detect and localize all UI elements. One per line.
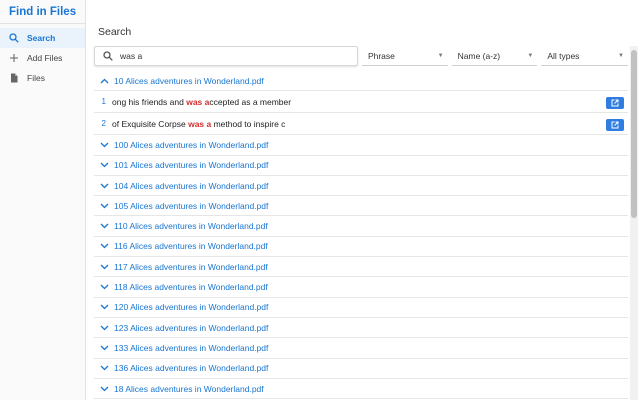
file-row[interactable]: 120 Alices adventures in Wonderland.pdf: [94, 298, 628, 318]
file-name: 110 Alices adventures in Wonderland.pdf: [114, 221, 268, 232]
file-row[interactable]: 110 Alices adventures in Wonderland.pdf: [94, 216, 628, 237]
sidebar-item-search[interactable]: Search: [0, 28, 85, 48]
match-number: 1: [101, 97, 106, 107]
sidebar-nav: Search Add Files Files: [0, 28, 85, 88]
snippet-highlight: was a: [188, 118, 212, 129]
file-type-value: All types: [547, 50, 580, 61]
sidebar-item-label: Add Files: [27, 53, 63, 63]
match-mode-value: Phrase: [367, 50, 395, 61]
match-snippet: ong his friends and was accepted as a me…: [112, 97, 291, 107]
file-row[interactable]: 100 Alices adventures in Wonderland.pdf: [94, 135, 628, 156]
file-row[interactable]: 123 Alices adventures in Wonderland.pdf: [94, 318, 628, 339]
match-mode-select[interactable]: Phrase ▼: [361, 46, 448, 66]
sidebar-item-label: Files: [27, 73, 45, 83]
main-panel: Search Phrase ▼ Name (a-z) ▼ All types ▼…: [87, 0, 640, 400]
snippet-before: of Exquisite Corpse: [112, 118, 189, 129]
open-match-button[interactable]: [606, 97, 624, 110]
chevron-down-icon[interactable]: [94, 162, 114, 168]
search-box: [94, 46, 358, 66]
scrollbar[interactable]: [630, 46, 638, 400]
sidebar-item-add-files[interactable]: Add Files: [0, 48, 85, 68]
sidebar-item-files[interactable]: Files: [0, 68, 85, 88]
file-row[interactable]: 105 Alices adventures in Wonderland.pdf: [94, 196, 628, 217]
snippet-before: ong his friends and: [112, 96, 187, 107]
page-title: Search: [98, 26, 132, 38]
file-name: 104 Alices adventures in Wonderland.pdf: [114, 180, 269, 191]
app-title: Find in Files: [0, 0, 85, 24]
file-row[interactable]: 133 Alices adventures in Wonderland.pdf: [94, 338, 628, 359]
file-row[interactable]: 104 Alices adventures in Wonderland.pdf: [94, 176, 628, 197]
match-row: 1 ong his friends and was accepted as a …: [94, 91, 628, 114]
chevron-down-icon[interactable]: [94, 243, 114, 249]
search-input[interactable]: [120, 51, 340, 61]
chevron-down-icon[interactable]: [94, 325, 114, 331]
match-snippet: of Exquisite Corpse was a method to insp…: [112, 119, 285, 129]
sidebar: Find in Files Search Add Files Files: [0, 0, 86, 400]
caret-down-icon: ▼: [527, 52, 534, 59]
file-name: 118 Alices adventures in Wonderland.pdf: [114, 282, 268, 293]
caret-down-icon: ▼: [437, 52, 444, 59]
file-name: 117 Alices adventures in Wonderland.pdf: [114, 261, 268, 272]
results-list: 10 Alices adventures in Wonderland.pdf 1…: [94, 71, 628, 400]
scroll-thumb[interactable]: [631, 50, 637, 218]
match-number: 2: [101, 119, 106, 129]
chevron-down-icon[interactable]: [94, 203, 114, 209]
sidebar-item-label: Search: [27, 33, 56, 43]
file-name: 18 Alices adventures in Wonderland.pdf: [114, 383, 264, 394]
file-row[interactable]: 118 Alices adventures in Wonderland.pdf: [94, 277, 628, 298]
search-icon: [9, 33, 19, 43]
file-name: 136 Alices adventures in Wonderland.pdf: [114, 363, 269, 374]
open-match-button[interactable]: [606, 119, 624, 132]
chevron-down-icon[interactable]: [94, 142, 114, 148]
snippet-highlight: was a: [186, 96, 210, 107]
sort-select[interactable]: Name (a-z) ▼: [451, 46, 538, 66]
chevron-up-icon[interactable]: [94, 78, 114, 84]
plus-icon: [9, 53, 19, 63]
match-row: 2 of Exquisite Corpse was a method to in…: [94, 113, 628, 136]
file-name: 105 Alices adventures in Wonderland.pdf: [114, 200, 269, 211]
external-link-icon: [611, 121, 619, 129]
chevron-down-icon[interactable]: [94, 386, 114, 392]
search-icon: [103, 51, 113, 61]
file-name: 120 Alices adventures in Wonderland.pdf: [114, 302, 269, 313]
file-row[interactable]: 18 Alices adventures in Wonderland.pdf: [94, 379, 628, 400]
snippet-after: ccepted as a member: [209, 96, 292, 107]
file-name: 123 Alices adventures in Wonderland.pdf: [114, 322, 269, 333]
chevron-down-icon[interactable]: [94, 365, 114, 371]
chevron-down-icon[interactable]: [94, 345, 114, 351]
caret-down-icon: ▼: [618, 52, 624, 59]
collapsed-file-list: 100 Alices adventures in Wonderland.pdf 1…: [94, 135, 628, 400]
snippet-after: method to inspire c: [211, 118, 286, 129]
sort-value: Name (a-z): [457, 50, 501, 61]
file-row[interactable]: 136 Alices adventures in Wonderland.pdf: [94, 359, 628, 379]
file-name: 133 Alices adventures in Wonderland.pdf: [114, 342, 269, 353]
file-name: 100 Alices adventures in Wonderland.pdf: [114, 139, 269, 150]
chevron-down-icon[interactable]: [94, 284, 114, 290]
external-link-icon: [611, 99, 619, 107]
chevron-down-icon[interactable]: [94, 264, 114, 270]
file-name: 10 Alices adventures in Wonderland.pdf: [114, 75, 264, 86]
file-name: 101 Alices adventures in Wonderland.pdf: [114, 160, 269, 171]
chevron-down-icon[interactable]: [94, 183, 114, 189]
file-name: 116 Alices adventures in Wonderland.pdf: [114, 241, 268, 252]
file-row[interactable]: 117 Alices adventures in Wonderland.pdf: [94, 257, 628, 278]
search-controls: Phrase ▼ Name (a-z) ▼ All types ▼: [94, 46, 628, 66]
file-row[interactable]: 101 Alices adventures in Wonderland.pdf: [94, 156, 628, 176]
file-icon: [9, 73, 19, 83]
chevron-down-icon[interactable]: [94, 304, 114, 310]
file-row[interactable]: 116 Alices adventures in Wonderland.pdf: [94, 237, 628, 258]
file-type-select[interactable]: All types ▼: [541, 46, 628, 66]
chevron-down-icon[interactable]: [94, 223, 114, 229]
file-row-expanded[interactable]: 10 Alices adventures in Wonderland.pdf: [94, 71, 628, 92]
